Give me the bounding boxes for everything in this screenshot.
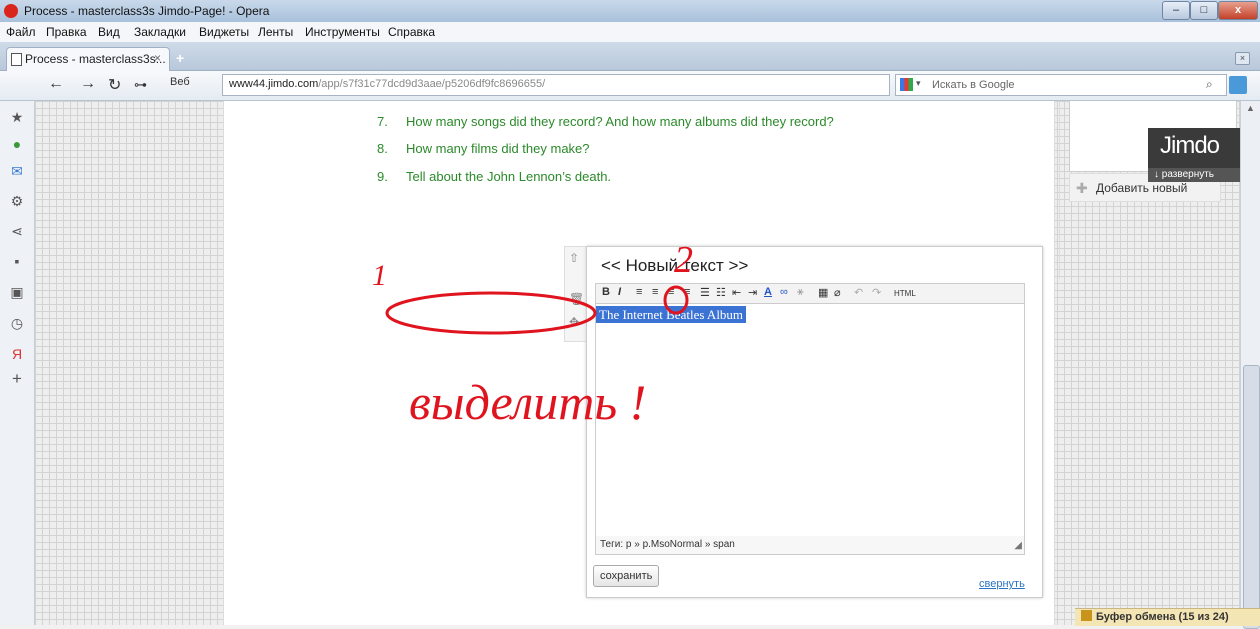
- bookmarks-star-icon[interactable]: ★: [9, 109, 25, 125]
- menu-feeds[interactable]: Ленты: [258, 25, 293, 39]
- address-toolbar: ← → ↻ ⊶ Веб www44.jimdo.com/app/s7f31c77…: [0, 71, 1260, 101]
- engine-dropdown-icon[interactable]: ▾: [916, 78, 921, 89]
- menu-view[interactable]: Вид: [98, 25, 120, 39]
- menu-tools[interactable]: Инструменты: [305, 25, 380, 39]
- yandex-icon[interactable]: Я: [9, 346, 25, 362]
- side-panel: ★ ● ✉ ⚙ ⋖ ▪ ▣ ◷ Я +: [0, 101, 35, 625]
- url-path: /app/s7f31c77dcd9d3aae/p5206df9fc8696655…: [318, 78, 546, 90]
- jimdo-expand-button[interactable]: ↓ развернуть: [1148, 168, 1240, 182]
- window-title: Process - masterclass3s Jimdo-Page! - Op…: [24, 4, 270, 18]
- unite-icon[interactable]: ●: [9, 136, 25, 152]
- annotation-number-1: 1: [372, 259, 387, 292]
- search-field[interactable]: ▾ Искать в Google ⌕: [895, 74, 1227, 96]
- search-placeholder: Искать в Google: [932, 79, 1015, 91]
- new-tab-button[interactable]: +: [176, 50, 184, 66]
- share-icon[interactable]: ⋖: [9, 223, 25, 239]
- jimdo-logo: Jimdo: [1160, 132, 1220, 159]
- plus-icon: ✚: [1076, 180, 1088, 196]
- translate-icon[interactable]: [1229, 76, 1247, 94]
- back-icon[interactable]: ←: [48, 75, 64, 93]
- red-annotations: 1 2 выделить !: [372, 239, 693, 430]
- opera-logo-icon: [4, 4, 18, 18]
- tab-process[interactable]: Process - masterclass3s... ×: [6, 47, 170, 71]
- security-badge[interactable]: Веб: [170, 76, 190, 88]
- menu-widgets[interactable]: Виджеты: [199, 25, 249, 39]
- search-icon[interactable]: ⌕: [1206, 77, 1213, 92]
- vertical-scrollbar[interactable]: ▲: [1240, 101, 1260, 629]
- scroll-up-icon[interactable]: ▲: [1246, 103, 1255, 113]
- close-button[interactable]: x: [1218, 1, 1258, 20]
- page-area: 7. How many songs did they record? And h…: [35, 101, 1240, 625]
- clipboard-icon: [1081, 610, 1092, 621]
- key-icon[interactable]: ⊶: [134, 77, 147, 93]
- column-divider: [1059, 101, 1060, 279]
- scrollbar-thumb[interactable]: [1243, 365, 1260, 629]
- transfers-icon[interactable]: ▣: [9, 284, 25, 300]
- settings-gear-icon[interactable]: ⚙: [9, 193, 25, 209]
- add-panel-icon[interactable]: +: [9, 370, 25, 387]
- jimdo-panel: Jimdo ↓ развернуть: [1148, 128, 1240, 182]
- history-clock-icon[interactable]: ◷: [9, 315, 25, 331]
- jimdo-expand-label: развернуть: [1161, 169, 1215, 180]
- notes-icon[interactable]: ▪: [9, 253, 25, 269]
- annotation-number-2: 2: [674, 239, 693, 281]
- circle-annotation: [663, 285, 689, 315]
- minimize-button[interactable]: –: [1162, 1, 1190, 20]
- menu-bookmarks[interactable]: Закладки: [134, 25, 186, 39]
- maximize-button[interactable]: □: [1190, 1, 1218, 20]
- page-icon: [11, 53, 22, 66]
- clipboard-label: Буфер обмена (15 из 24): [1096, 611, 1229, 623]
- address-field[interactable]: www44.jimdo.com/app/s7f31c77dcd9d3aae/p5…: [222, 74, 890, 96]
- menu-file[interactable]: Файл: [6, 25, 36, 39]
- mail-icon[interactable]: ✉: [9, 163, 25, 179]
- reload-icon[interactable]: ↻: [108, 75, 121, 95]
- content-column: 7. How many songs did they record? And h…: [223, 101, 1237, 625]
- handwritten-note: выделить !: [409, 374, 646, 430]
- forward-icon[interactable]: →: [80, 75, 96, 93]
- tab-close-icon[interactable]: ×: [154, 51, 161, 65]
- google-icon[interactable]: [900, 78, 913, 91]
- clipboard-status[interactable]: Буфер обмена (15 из 24): [1075, 608, 1260, 626]
- menu-edit[interactable]: Правка: [46, 25, 87, 39]
- title-bar: Process - masterclass3s Jimdo-Page! - Op…: [0, 0, 1260, 22]
- tab-label: Process - masterclass3s...: [25, 52, 166, 66]
- url-host: www44.jimdo.com: [229, 78, 319, 90]
- menu-bar: Файл Правка Вид Закладки Виджеты Ленты И…: [0, 22, 1260, 42]
- ellipse-annotation: [385, 291, 597, 335]
- tab-bar: Process - masterclass3s... × + ×: [0, 42, 1260, 71]
- closed-tabs-icon[interactable]: ×: [1235, 52, 1250, 65]
- add-new-label: Добавить новый: [1096, 181, 1188, 195]
- menu-help[interactable]: Справка: [388, 25, 435, 39]
